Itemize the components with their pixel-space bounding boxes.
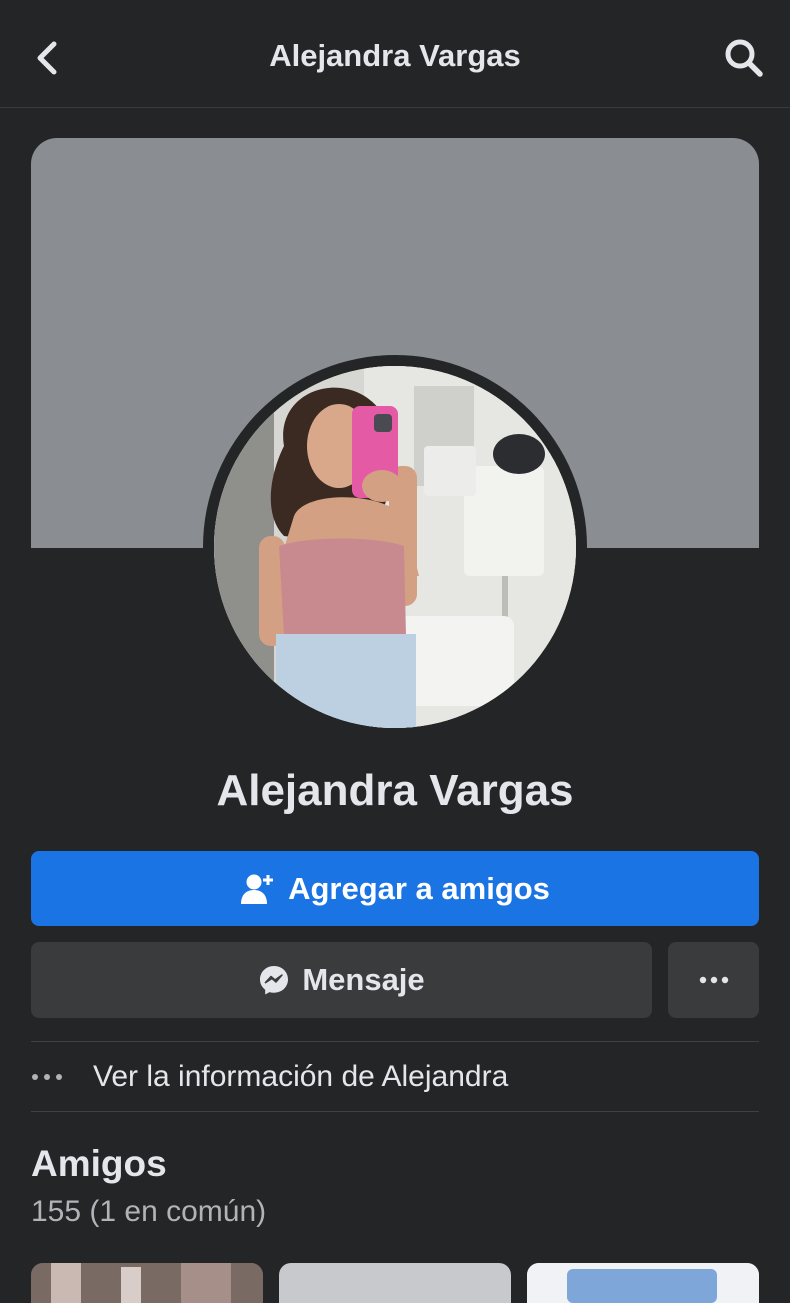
add-friend-icon [241, 874, 274, 904]
add-friend-button[interactable]: Agregar a amigos [31, 851, 759, 926]
message-label: Mensaje [302, 962, 425, 997]
divider [31, 1111, 759, 1112]
profile-picture[interactable] [214, 366, 576, 728]
page-title: Alejandra Vargas [269, 38, 521, 73]
see-info-row[interactable]: Ver la información de Alejandra [31, 1042, 759, 1111]
profile-photo-illustration [214, 366, 576, 728]
more-dots-icon [31, 1073, 93, 1081]
messenger-icon [260, 966, 289, 995]
more-dots-icon [699, 976, 728, 984]
more-options-button[interactable] [668, 942, 759, 1018]
search-button[interactable] [716, 30, 772, 86]
search-icon [725, 39, 763, 77]
friends-count: 155 (1 en común) [31, 1195, 267, 1228]
see-info-label: Ver la información de Alejandra [93, 1059, 509, 1093]
friend-thumbnail[interactable] [31, 1263, 263, 1303]
profile-name: Alejandra Vargas [216, 766, 574, 815]
add-friend-label: Agregar a amigos [288, 870, 550, 906]
friend-thumbnail[interactable] [279, 1263, 511, 1303]
friends-section-title: Amigos [31, 1143, 167, 1184]
friend-thumbnail[interactable] [527, 1263, 759, 1303]
message-button[interactable]: Mensaje [31, 942, 652, 1018]
top-bar: Alejandra Vargas [0, 0, 790, 108]
